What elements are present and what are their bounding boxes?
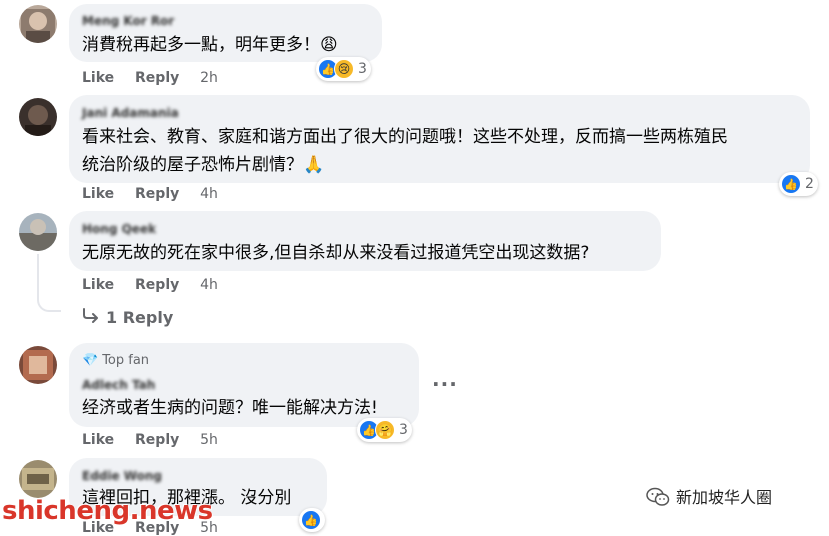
comment-timestamp[interactable]: 4h xyxy=(200,186,218,202)
brand-text: 新加坡华人圈 xyxy=(676,488,773,507)
care-icon: 🤗 xyxy=(375,420,395,440)
reaction-summary[interactable]: 👍 2 xyxy=(779,172,818,196)
comment-author[interactable]: Adlech Tah xyxy=(82,378,155,392)
comment-actions: Like Reply 4h xyxy=(82,186,218,202)
comment-timestamp[interactable]: 4h xyxy=(200,277,218,293)
comment-actions: Like Reply 2h xyxy=(82,70,218,86)
reaction-summary[interactable]: 👍 🤗 3 xyxy=(357,418,412,442)
avatar[interactable] xyxy=(19,213,57,251)
like-icon: 👍 xyxy=(301,510,321,530)
comment-text-line-2: 统治阶级的屋子恐怖片剧情？🙏 xyxy=(82,155,325,175)
avatar[interactable] xyxy=(19,346,57,384)
comment-actions: Like Reply 4h xyxy=(82,277,218,293)
sad-icon: 😢 xyxy=(334,59,354,79)
reply-arrow-icon xyxy=(82,307,100,327)
reaction-summary[interactable]: 👍 xyxy=(299,508,325,532)
reply-button[interactable]: Reply xyxy=(135,70,179,86)
reply-thread-curve xyxy=(37,296,61,312)
wechat-icon xyxy=(646,487,670,506)
comment-text: 经济或者生病的问题？唯一能解决方法! xyxy=(82,398,378,418)
like-button[interactable]: Like xyxy=(82,186,114,202)
reaction-count: 2 xyxy=(805,176,814,192)
view-replies-link[interactable]: 1 Reply xyxy=(82,307,173,327)
like-icon: 👍 xyxy=(781,174,801,194)
comment-author[interactable]: Meng Kor Ror xyxy=(82,14,174,28)
comment-actions: Like Reply 5h xyxy=(82,432,218,448)
avatar[interactable] xyxy=(19,98,57,136)
more-options-icon[interactable]: ··· xyxy=(432,372,458,396)
comment-author[interactable]: Hong Qeek xyxy=(82,222,156,236)
replies-count[interactable]: 1 Reply xyxy=(106,308,173,327)
comment-author[interactable]: Jani Adamania xyxy=(82,106,179,120)
comment-author[interactable]: Eddie Wong xyxy=(82,469,162,483)
like-button[interactable]: Like xyxy=(82,432,114,448)
comment-timestamp[interactable]: 2h xyxy=(200,70,218,86)
comment-text: 无原无故的死在家中很多,但自杀却从来没看过报道凭空出现这数据? xyxy=(82,243,590,263)
reaction-count: 3 xyxy=(399,422,408,438)
avatar[interactable] xyxy=(19,5,57,43)
reply-thread-line xyxy=(37,254,39,296)
avatar[interactable] xyxy=(19,460,57,498)
reply-button[interactable]: Reply xyxy=(135,277,179,293)
like-button[interactable]: Like xyxy=(82,70,114,86)
top-fan-badge: 💎 Top fan xyxy=(82,353,150,368)
comment-text: 消費稅再起多一點，明年更多！😩 xyxy=(82,35,338,55)
comment-text-line-1: 看来社会、教育、家庭和谐方面出了很大的问题哦！这些不处理，反而搞一些两栋殖民 xyxy=(82,127,728,147)
reaction-count: 3 xyxy=(358,61,367,77)
like-button[interactable]: Like xyxy=(82,277,114,293)
reaction-summary[interactable]: 👍 😢 3 xyxy=(316,57,371,81)
comment-timestamp[interactable]: 5h xyxy=(200,432,218,448)
reply-button[interactable]: Reply xyxy=(135,186,179,202)
reply-button[interactable]: Reply xyxy=(135,432,179,448)
site-watermark: shicheng.news xyxy=(2,496,213,526)
brand-watermark: 新加坡华人圈 xyxy=(646,484,772,508)
diamond-icon: 💎 xyxy=(82,353,99,368)
